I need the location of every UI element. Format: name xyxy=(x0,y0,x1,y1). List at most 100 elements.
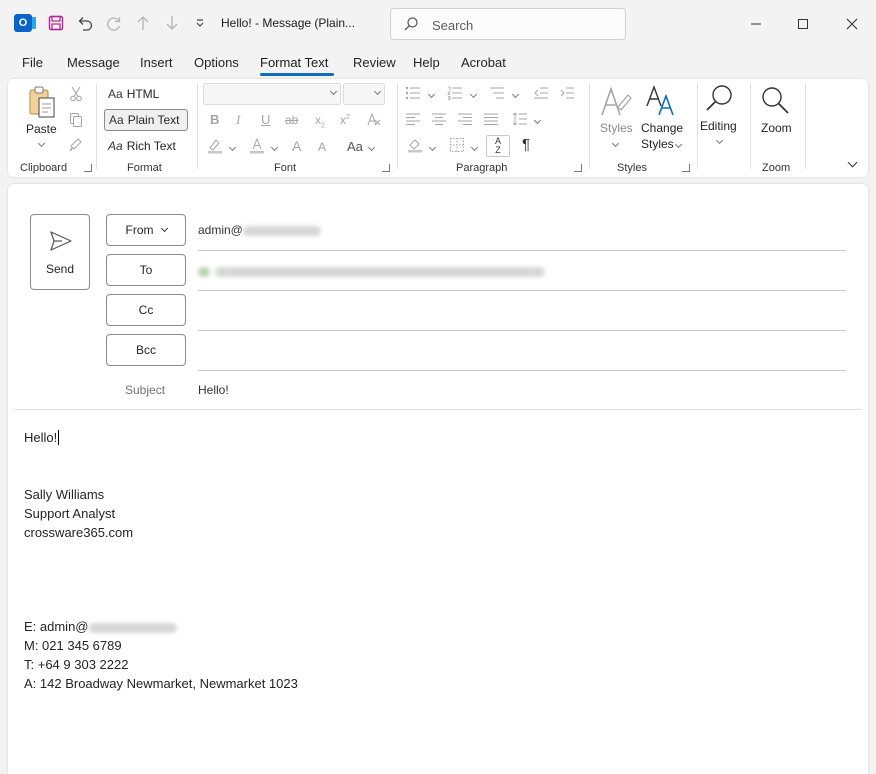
minimize-icon[interactable] xyxy=(746,14,766,34)
to-button[interactable]: To xyxy=(106,254,186,286)
change-styles-label-1[interactable]: Change xyxy=(641,121,683,135)
from-button[interactable]: From xyxy=(106,214,186,246)
paste-button-label[interactable]: Paste xyxy=(26,122,57,136)
signature-address: A: 142 Broadway Newmarket, Newmarket 102… xyxy=(24,676,298,691)
grow-font-button[interactable]: A xyxy=(292,138,301,154)
show-formatting-marks-button[interactable]: ¶ xyxy=(522,136,530,153)
tab-message[interactable]: Message xyxy=(67,55,120,70)
shading-chevron-icon[interactable] xyxy=(428,143,436,151)
clipboard-group-label: Clipboard xyxy=(20,162,68,174)
subject-field[interactable]: Hello! xyxy=(198,383,229,397)
align-left-icon[interactable] xyxy=(404,111,422,127)
save-icon[interactable] xyxy=(46,13,66,33)
shading-icon[interactable] xyxy=(406,137,424,153)
styles-chevron-icon[interactable] xyxy=(610,139,620,147)
subscript-button[interactable]: x2 xyxy=(315,113,325,129)
search-box[interactable]: Search xyxy=(390,8,626,40)
ribbon-collapse-chevron-icon[interactable] xyxy=(846,157,858,167)
increase-indent-icon[interactable] xyxy=(558,85,576,101)
tab-format-text[interactable]: Format Text xyxy=(260,55,328,70)
justify-icon[interactable] xyxy=(482,111,500,127)
font-color-chevron-icon[interactable] xyxy=(270,143,278,151)
editing-search-icon[interactable] xyxy=(704,83,736,115)
format-painter-icon[interactable] xyxy=(68,135,84,153)
zoom-button-label[interactable]: Zoom xyxy=(761,121,792,135)
clear-formatting-icon[interactable] xyxy=(364,110,382,128)
from-field-line xyxy=(198,250,846,251)
numbering-chevron-icon[interactable] xyxy=(469,90,477,98)
borders-chevron-icon[interactable] xyxy=(470,143,478,151)
highlight-icon[interactable] xyxy=(206,137,224,155)
sort-button[interactable]: A Z xyxy=(486,135,510,157)
tab-options[interactable]: Options xyxy=(194,55,239,70)
maximize-icon[interactable] xyxy=(793,14,813,34)
line-spacing-icon[interactable] xyxy=(511,111,529,127)
tab-acrobat[interactable]: Acrobat xyxy=(461,55,506,70)
tab-insert[interactable]: Insert xyxy=(140,55,173,70)
format-plain-aa: Aa xyxy=(109,113,124,127)
cut-icon[interactable] xyxy=(68,85,84,103)
zoom-icon[interactable] xyxy=(760,85,792,117)
highlight-chevron-icon[interactable] xyxy=(228,143,236,151)
align-right-icon[interactable] xyxy=(456,111,474,127)
strikethrough-button[interactable]: ab xyxy=(285,113,298,127)
cc-button[interactable]: Cc xyxy=(106,294,186,326)
bcc-button[interactable]: Bcc xyxy=(106,334,186,366)
undo-icon[interactable] xyxy=(75,13,95,33)
paragraph-dialog-launcher-icon[interactable] xyxy=(574,164,582,172)
to-recipient-redacted[interactable] xyxy=(198,264,546,278)
tab-review[interactable]: Review xyxy=(353,55,396,70)
send-button[interactable]: Send xyxy=(30,214,90,290)
multilevel-list-chevron-icon[interactable] xyxy=(511,90,519,98)
window-title: Hello! - Message (Plain... xyxy=(221,16,356,30)
ribbon-separator xyxy=(805,83,806,169)
decrease-indent-icon[interactable] xyxy=(532,85,550,101)
borders-icon[interactable] xyxy=(448,137,466,153)
superscript-button[interactable]: x2 xyxy=(340,113,350,127)
shrink-font-button[interactable]: A xyxy=(318,140,326,154)
align-center-icon[interactable] xyxy=(430,111,448,127)
tab-help[interactable]: Help xyxy=(413,55,440,70)
tab-file[interactable]: File xyxy=(22,55,43,70)
copy-icon[interactable] xyxy=(68,111,84,129)
italic-button[interactable]: I xyxy=(236,112,240,128)
bullets-chevron-icon[interactable] xyxy=(427,90,435,98)
font-color-icon[interactable] xyxy=(248,137,266,155)
redo-icon[interactable] xyxy=(104,13,124,33)
editing-button-label[interactable]: Editing xyxy=(700,119,737,133)
font-size-combo[interactable] xyxy=(343,83,385,105)
bullets-icon[interactable] xyxy=(404,85,422,101)
format-html-button[interactable]: Aa HTML xyxy=(104,83,188,105)
line-spacing-chevron-icon[interactable] xyxy=(533,116,541,124)
clipboard-dialog-launcher-icon[interactable] xyxy=(84,164,92,172)
format-plain-text-button[interactable]: Aa Plain Text xyxy=(104,109,188,131)
change-styles-icon[interactable] xyxy=(645,84,679,118)
styles-button-label[interactable]: Styles xyxy=(600,121,633,135)
cc-field-line[interactable] xyxy=(198,330,846,331)
styles-dialog-launcher-icon[interactable] xyxy=(682,164,690,172)
subject-label: Subject xyxy=(125,383,166,397)
to-label: To xyxy=(139,263,153,277)
bcc-field-line[interactable] xyxy=(198,370,846,371)
change-case-chevron-icon[interactable] xyxy=(367,143,375,151)
change-case-button[interactable]: Aa xyxy=(347,139,363,154)
format-rich-text-button[interactable]: Aa Rich Text xyxy=(104,135,188,157)
multilevel-list-icon[interactable] xyxy=(488,85,506,101)
up-arrow-icon[interactable] xyxy=(133,13,153,33)
underline-button[interactable]: U xyxy=(261,112,270,127)
down-arrow-icon[interactable] xyxy=(162,13,182,33)
customize-qat-icon[interactable] xyxy=(190,13,210,33)
change-styles-chevron-icon[interactable] xyxy=(674,140,682,148)
paste-dropdown-chevron-icon[interactable] xyxy=(36,139,46,147)
sort-z-label: Z xyxy=(495,145,501,155)
font-dialog-launcher-icon[interactable] xyxy=(382,164,390,172)
font-name-combo[interactable] xyxy=(203,83,341,105)
numbering-icon[interactable] xyxy=(446,85,464,101)
change-styles-label-2[interactable]: Styles xyxy=(641,137,674,151)
bold-button[interactable]: B xyxy=(210,112,219,127)
styles-gallery-icon[interactable] xyxy=(598,85,632,119)
ribbon-separator xyxy=(397,83,398,169)
close-icon[interactable] xyxy=(842,14,862,34)
paste-icon[interactable] xyxy=(26,85,58,121)
editing-chevron-icon[interactable] xyxy=(714,136,724,144)
